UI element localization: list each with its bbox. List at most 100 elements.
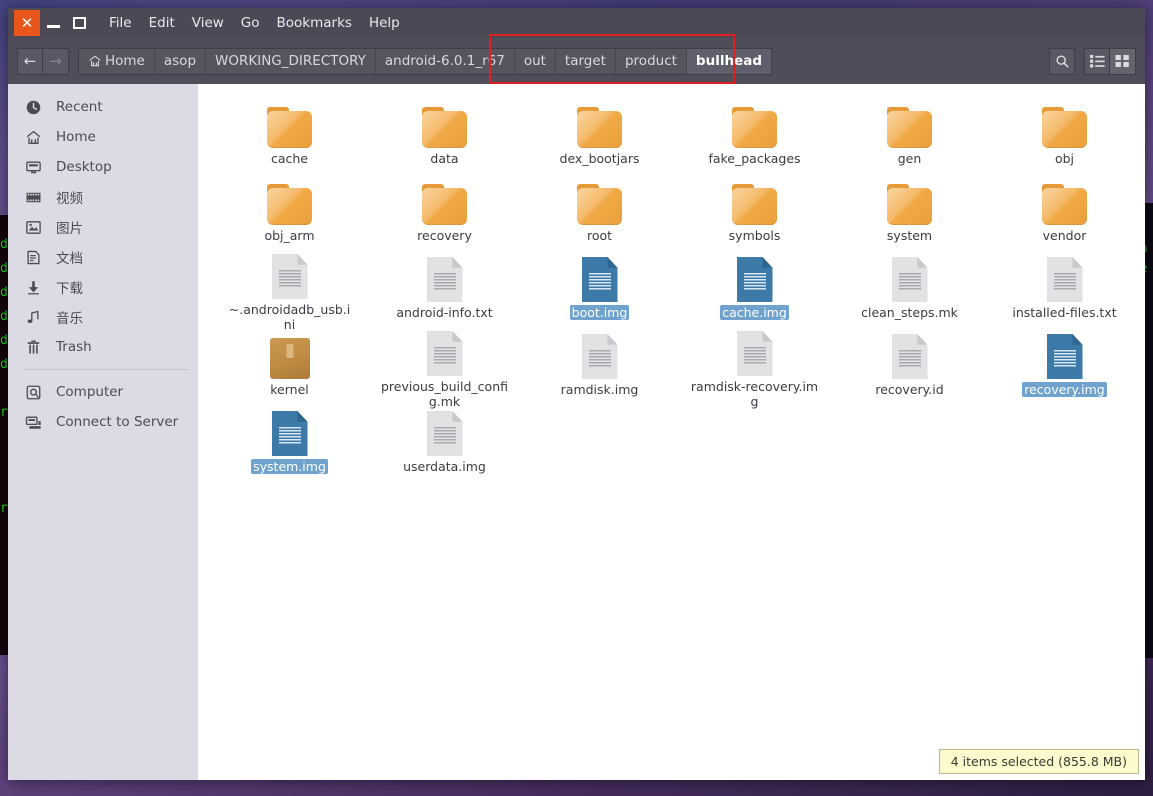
home-icon bbox=[25, 129, 47, 146]
breadcrumb-item-target[interactable]: target bbox=[556, 48, 616, 74]
file-icon-wrapper bbox=[581, 254, 618, 302]
toolbar-right-group bbox=[1049, 47, 1136, 75]
sidebar-item-[interactable]: 文档 bbox=[8, 242, 198, 272]
file-item[interactable]: recovery bbox=[367, 175, 522, 252]
breadcrumb-item-home[interactable]: Home bbox=[79, 48, 155, 74]
file-item[interactable]: obj bbox=[987, 98, 1142, 175]
file-item[interactable]: userdata.img bbox=[367, 406, 522, 483]
file-item[interactable]: ramdisk-recovery.img bbox=[677, 329, 832, 409]
sidebar-item-recent[interactable]: Recent bbox=[8, 92, 198, 122]
file-item[interactable]: root bbox=[522, 175, 677, 252]
file-icon-wrapper bbox=[269, 331, 310, 379]
file-item[interactable]: vendor bbox=[987, 175, 1142, 252]
close-button[interactable]: ✕ bbox=[14, 10, 40, 36]
window-titlebar[interactable]: ✕ File Edit View Go Bookmarks Help bbox=[8, 8, 1145, 38]
file-name-label: cache.img bbox=[720, 305, 789, 320]
menu-file[interactable]: File bbox=[109, 8, 132, 38]
file-item[interactable]: symbols bbox=[677, 175, 832, 252]
file-name-label: cache bbox=[270, 151, 309, 166]
file-item[interactable]: ramdisk.img bbox=[522, 329, 677, 406]
file-item[interactable]: data bbox=[367, 98, 522, 175]
file-item[interactable]: previous_build_config.mk bbox=[367, 329, 522, 409]
file-icon-wrapper bbox=[267, 177, 312, 225]
menu-help[interactable]: Help bbox=[369, 8, 400, 38]
file-item[interactable]: recovery.id bbox=[832, 329, 987, 406]
breadcrumb-item-asop[interactable]: asop bbox=[155, 48, 207, 74]
sidebar-item-connect-to-server[interactable]: Connect to Server bbox=[8, 407, 198, 437]
document-icon bbox=[271, 254, 308, 299]
file-name-label: obj bbox=[1054, 151, 1075, 166]
grid-view-button[interactable] bbox=[1110, 47, 1136, 75]
list-view-button[interactable] bbox=[1084, 47, 1110, 75]
file-item[interactable]: android-info.txt bbox=[367, 252, 522, 329]
window-body: Recent Home Desktop 视频 图片文档下载 音乐 Trash Compute… bbox=[8, 84, 1145, 780]
breadcrumb-label: Home bbox=[105, 53, 145, 69]
file-item[interactable]: gen bbox=[832, 98, 987, 175]
menu-view[interactable]: View bbox=[192, 8, 224, 38]
sidebar-item-[interactable]: 下载 bbox=[8, 272, 198, 302]
file-item-selected[interactable]: recovery.img bbox=[987, 329, 1142, 406]
sidebar-item-[interactable]: 视频 bbox=[8, 182, 198, 212]
menu-go[interactable]: Go bbox=[241, 8, 260, 38]
file-item-selected[interactable]: boot.img bbox=[522, 252, 677, 329]
search-button[interactable] bbox=[1049, 47, 1075, 75]
home-icon bbox=[88, 54, 102, 68]
folder-icon bbox=[732, 107, 777, 148]
file-item-selected[interactable]: system.img bbox=[212, 406, 367, 483]
file-icon-wrapper bbox=[736, 254, 773, 302]
file-item[interactable]: clean_steps.mk bbox=[832, 252, 987, 329]
file-icon-wrapper bbox=[271, 408, 308, 456]
sidebar-item-label: Connect to Server bbox=[56, 414, 179, 430]
sidebar-item-[interactable]: 图片 bbox=[8, 212, 198, 242]
breadcrumb-item-android-6-0-1-r67[interactable]: android-6.0.1_r67 bbox=[376, 48, 515, 74]
sidebar-item-desktop[interactable]: Desktop bbox=[8, 152, 198, 182]
file-item-selected[interactable]: cache.img bbox=[677, 252, 832, 329]
sidebar-item-computer[interactable]: Computer bbox=[8, 377, 198, 407]
forward-button[interactable]: → bbox=[43, 47, 69, 75]
clock-icon bbox=[25, 99, 47, 116]
minimize-button[interactable] bbox=[40, 10, 66, 36]
file-name-label: vendor bbox=[1042, 228, 1087, 243]
file-item[interactable]: kernel bbox=[212, 329, 367, 406]
navigation-toolbar: ← → Home asop WORKING_DIRECTORY android-6.0… bbox=[8, 38, 1145, 84]
sidebar-item-label: Recent bbox=[56, 99, 103, 115]
menu-edit[interactable]: Edit bbox=[149, 8, 175, 38]
file-list-view[interactable]: cache data dex_bootjars fake_packages gen obj… bbox=[198, 84, 1145, 780]
file-item[interactable]: dex_bootjars bbox=[522, 98, 677, 175]
sidebar-item-trash[interactable]: Trash bbox=[8, 332, 198, 362]
file-icon-wrapper bbox=[891, 254, 928, 302]
file-item[interactable]: installed-files.txt bbox=[987, 252, 1142, 329]
sidebar-item-home[interactable]: Home bbox=[8, 122, 198, 152]
breadcrumb-item-out[interactable]: out bbox=[515, 48, 556, 74]
icon-grid: cache data dex_bootjars fake_packages gen obj… bbox=[212, 98, 1145, 483]
sidebar-item-label: Desktop bbox=[56, 159, 112, 175]
file-item[interactable]: ~.androidadb_usb.ini bbox=[212, 252, 367, 332]
view-mode-group bbox=[1084, 47, 1136, 75]
breadcrumb-item-product[interactable]: product bbox=[616, 48, 687, 74]
menu-bookmarks[interactable]: Bookmarks bbox=[277, 8, 352, 38]
folder-icon bbox=[577, 107, 622, 148]
document-icon bbox=[25, 249, 47, 266]
back-button[interactable]: ← bbox=[17, 47, 43, 75]
music-icon bbox=[25, 309, 47, 326]
menu-bar: File Edit View Go Bookmarks Help bbox=[109, 8, 400, 38]
file-name-label: userdata.img bbox=[403, 459, 486, 474]
picture-icon bbox=[25, 219, 47, 236]
breadcrumb-item-bullhead[interactable]: bullhead bbox=[686, 48, 771, 74]
file-icon-wrapper bbox=[426, 408, 463, 456]
file-item[interactable]: system bbox=[832, 175, 987, 252]
minimize-icon bbox=[46, 25, 60, 28]
breadcrumb-item-working-directory[interactable]: WORKING_DIRECTORY bbox=[206, 48, 376, 74]
sidebar-item-[interactable]: 音乐 bbox=[8, 302, 198, 332]
file-item[interactable]: cache bbox=[212, 98, 367, 175]
sidebar-item-label: Trash bbox=[56, 339, 92, 355]
document-icon bbox=[891, 257, 928, 302]
file-item[interactable]: fake_packages bbox=[677, 98, 832, 175]
sidebar-item-label: 文档 bbox=[56, 251, 83, 267]
places-sidebar: Recent Home Desktop 视频 图片文档下载 音乐 Trash Compute… bbox=[8, 84, 198, 780]
maximize-button[interactable] bbox=[66, 10, 92, 36]
file-icon-wrapper bbox=[732, 177, 777, 225]
file-name-label: obj_arm bbox=[264, 228, 315, 243]
file-item[interactable]: obj_arm bbox=[212, 175, 367, 252]
file-icon-wrapper bbox=[426, 331, 463, 376]
